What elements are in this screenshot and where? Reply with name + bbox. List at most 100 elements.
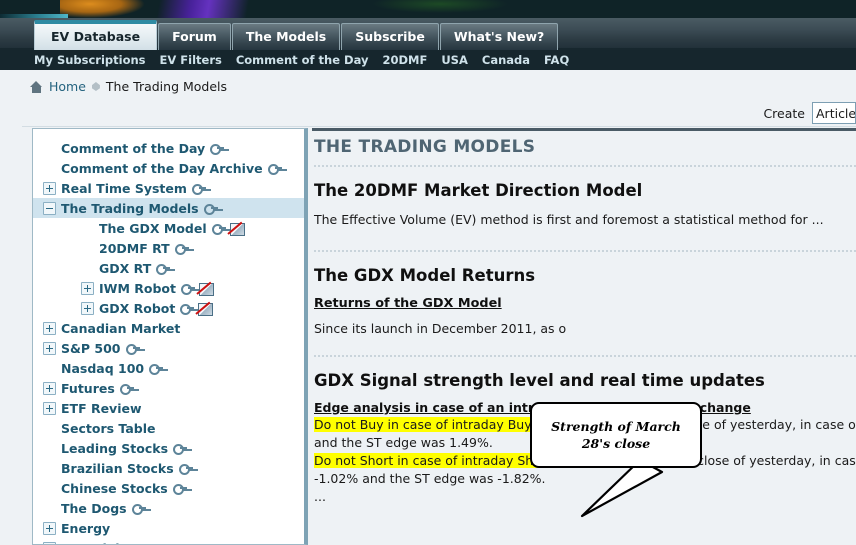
sidebar-item-the-dogs[interactable]: The Dogs [33, 498, 304, 518]
key-icon [125, 344, 140, 355]
callout-bubble: Strength of March 28's close [530, 402, 702, 468]
sidebar-item-label: GDX RT [99, 260, 152, 276]
sidebar-item-canadian-market[interactable]: Canadian Market [33, 318, 304, 338]
banner-artwork-icon [60, 0, 320, 18]
book-restricted-icon [197, 302, 214, 316]
primary-tabbar: EV Database Forum The Models Subscribe What'… [0, 18, 856, 50]
sidebar-item-futures[interactable]: Futures [33, 378, 304, 398]
sidebar-item-label: GDX Robot [99, 300, 176, 316]
page-root: EV Database Forum The Models Subscribe What'… [0, 0, 856, 545]
expand-plus-icon[interactable] [43, 321, 56, 335]
sidebar-item-the-gdx-model[interactable]: The GDX Model [33, 218, 304, 238]
key-icon [178, 464, 193, 475]
expand-plus-icon[interactable] [43, 521, 56, 535]
sidebar-item-label: Nasdaq 100 [61, 360, 145, 376]
sidebar-item-label: ETF Review [61, 400, 142, 416]
sidebar-item-real-time-system[interactable]: Real Time System [33, 178, 304, 198]
sidebar-item-nasdaq-100[interactable]: Nasdaq 100 [33, 358, 304, 378]
sidebar-item-chinese-stocks[interactable]: Chinese Stocks [33, 478, 304, 498]
section-title-20dmf: The 20DMF Market Direction Model [314, 181, 643, 200]
tab-forum[interactable]: Forum [158, 23, 231, 50]
expand-plus-icon[interactable] [81, 301, 94, 315]
sidebar-item-label: Canadian Market [61, 320, 181, 336]
sidebar-item-label: Chinese Stocks [61, 480, 168, 496]
sidebar-item-label: Futures [61, 380, 115, 396]
create-control: Create Article [763, 102, 856, 124]
sidebar-item-label: The Dogs [61, 500, 127, 516]
expand-plus-icon[interactable] [81, 281, 94, 295]
create-type-select[interactable]: Article [812, 102, 856, 124]
sidebar-item-iwm-robot[interactable]: IWM Robot [33, 278, 304, 298]
expand-plus-icon[interactable] [43, 541, 56, 544]
sidebar-tree-list: Comment of the Day Comment of the Day Arc… [33, 129, 304, 544]
sidebar-item-leading-stocks[interactable]: Leading Stocks [33, 438, 304, 458]
tab-what-s-new[interactable]: What's New? [439, 23, 559, 50]
key-icon [174, 244, 189, 255]
key-icon [180, 284, 195, 295]
sidebar-item-energy[interactable]: Energy [33, 518, 304, 538]
key-icon [131, 504, 146, 515]
key-icon [267, 164, 282, 175]
sidebar-item-label: Real Time System [61, 180, 187, 196]
sidebar-item-gdx-robot[interactable]: GDX Robot [33, 298, 304, 318]
callout-text: Strength of March 28's close [551, 419, 681, 451]
subnav-link-usa[interactable]: USA [441, 53, 468, 67]
book-restricted-icon [198, 282, 214, 296]
sidebar-item-20dmf-rt[interactable]: 20DMF RT [33, 238, 304, 258]
subnav-link-faq[interactable]: FAQ [544, 53, 569, 67]
sidebar-item-etf-review[interactable]: ETF Review [33, 398, 304, 418]
sidebar-item-gdx-rt[interactable]: GDX RT [33, 258, 304, 278]
key-icon [210, 144, 225, 155]
sidebar-item-s-p-500[interactable]: S&P 500 [33, 338, 304, 358]
sidebar-item-label: Energy [61, 520, 111, 536]
sidebar-item-label: 20DMF RT [99, 240, 170, 256]
sidebar-item-comment-of-the-day-archive[interactable]: Comment of the Day Archive [33, 158, 304, 178]
body-area: Home The Trading Models Create Article C… [0, 70, 856, 545]
sidebar-item-label: Leading Stocks [61, 440, 169, 456]
sidebar-item-label: Comment of the Day [61, 140, 206, 156]
sidebar-item-comment-of-the-day[interactable]: Comment of the Day [33, 138, 304, 158]
banner-artwork-secondary-icon [290, 0, 590, 18]
subnav-link-ev-filters[interactable]: EV Filters [160, 53, 222, 67]
primary-tabs: EV Database Forum The Models Subscribe What'… [34, 18, 559, 50]
secondary-nav-links: My Subscriptions EV Filters Comment of the… [0, 53, 569, 67]
tab-the-models[interactable]: The Models [231, 23, 341, 50]
secondary-navbar: My Subscriptions EV Filters Comment of the… [0, 50, 856, 70]
sidebar-item-materials[interactable]: Materials [33, 538, 304, 544]
subnav-link-my-subscriptions[interactable]: My Subscriptions [34, 53, 146, 67]
returns-of-gdx-model-link[interactable]: Returns of the GDX Model [314, 296, 502, 311]
subnav-link-canada[interactable]: Canada [482, 53, 530, 67]
key-icon [119, 384, 134, 395]
create-label: Create [763, 105, 805, 121]
expand-plus-icon[interactable] [43, 341, 56, 355]
sidebar-item-sectors-table[interactable]: Sectors Table [33, 418, 304, 438]
sidebar-item-label: Brazilian Stocks [61, 460, 174, 476]
expand-plus-icon[interactable] [43, 381, 56, 395]
expand-plus-icon[interactable] [43, 401, 56, 415]
sidebar-tree-panel: Comment of the Day Comment of the Day Arc… [32, 128, 308, 545]
header-divider [22, 126, 856, 127]
tab-ev-database[interactable]: EV Database [34, 20, 158, 50]
breadcrumb-separator-icon [91, 82, 100, 91]
sidebar-item-label: Comment of the Day Archive [61, 160, 263, 176]
key-icon [191, 184, 206, 195]
key-icon [149, 364, 164, 375]
collapse-minus-icon[interactable] [43, 201, 56, 215]
divider-2 [314, 250, 856, 252]
breadcrumb-home-link[interactable]: Home [49, 79, 86, 94]
key-icon [203, 204, 218, 215]
sidebar-item-brazilian-stocks[interactable]: Brazilian Stocks [33, 458, 304, 478]
subnav-link-20dmf[interactable]: 20DMF [382, 53, 427, 67]
sidebar-item-the-trading-models[interactable]: The Trading Models [33, 198, 304, 218]
key-icon [172, 484, 187, 495]
subnav-link-comment-of-the-day[interactable]: Comment of the Day [236, 53, 369, 67]
key-icon [173, 444, 188, 455]
expand-plus-icon[interactable] [43, 181, 56, 195]
divider-1 [314, 165, 856, 167]
key-icon [211, 224, 226, 235]
section-title-gdx-returns: The GDX Model Returns [314, 266, 536, 285]
section-body-20dmf: The Effective Volume (EV) method is firs… [314, 212, 824, 227]
site-header-banner [0, 0, 856, 18]
tab-subscribe[interactable]: Subscribe [341, 23, 439, 50]
book-restricted-icon [229, 222, 245, 236]
